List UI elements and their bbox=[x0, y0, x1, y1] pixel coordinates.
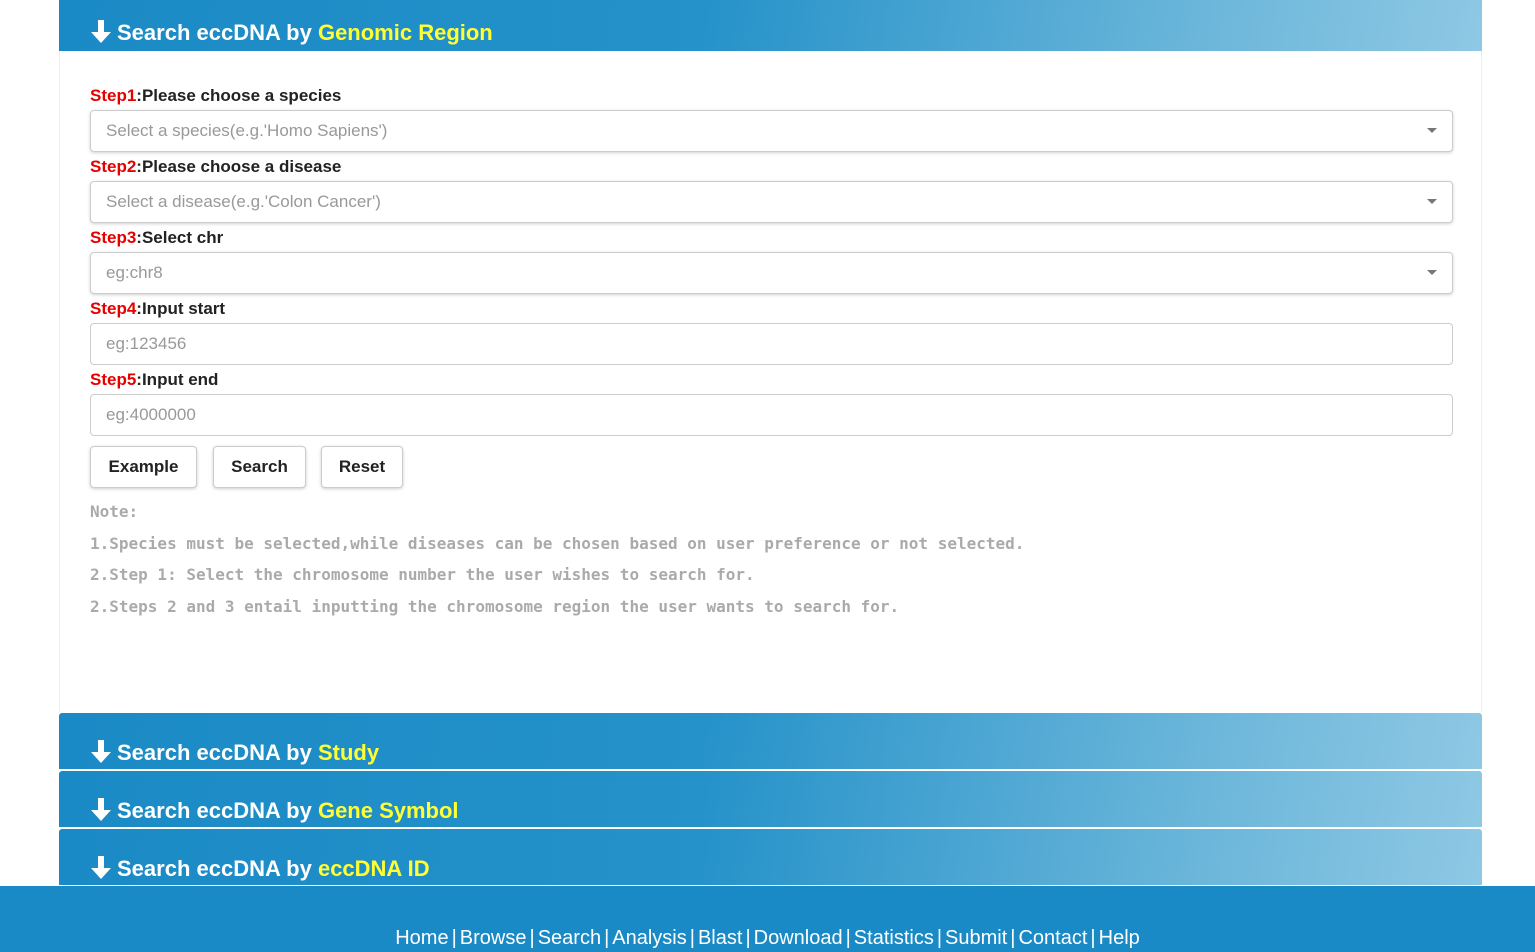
note-title: Note: bbox=[90, 502, 139, 521]
step1-text: :Please choose a species bbox=[136, 86, 342, 105]
panel-title-highlight: Genomic Region bbox=[317, 20, 493, 45]
panel-title-prefix: Search eccDNA by bbox=[117, 856, 318, 881]
panel-title-prefix: Search eccDNA by bbox=[117, 798, 318, 823]
step5-number: Step5 bbox=[90, 370, 137, 389]
step3-label: Step3:Select chr bbox=[90, 228, 223, 248]
panel-header-genomic-region[interactable]: Search eccDNA by Genomic Region bbox=[59, 0, 1482, 51]
step2-text: :Please choose a disease bbox=[136, 157, 342, 176]
footer-link-analysis[interactable]: Analysis bbox=[612, 927, 686, 949]
footer-separator: | bbox=[604, 927, 610, 949]
step4-number: Step4 bbox=[90, 299, 137, 318]
arrow-down-icon bbox=[91, 798, 111, 821]
panel-title-prefix: Search eccDNA by bbox=[117, 20, 318, 45]
step1-label: Step1:Please choose a species bbox=[90, 86, 341, 106]
footer-link-submit[interactable]: Submit bbox=[945, 927, 1007, 949]
example-button[interactable]: Example bbox=[90, 446, 197, 488]
chr-select[interactable]: eg:chr8 bbox=[90, 252, 1453, 294]
chr-select-placeholder: eg:chr8 bbox=[106, 263, 163, 282]
footer-link-blast[interactable]: Blast bbox=[698, 927, 742, 949]
step2-number: Step2 bbox=[90, 157, 137, 176]
start-input[interactable] bbox=[90, 323, 1453, 365]
arrow-down-icon bbox=[91, 740, 111, 763]
footer-link-home[interactable]: Home bbox=[395, 927, 448, 949]
footer-link-statistics[interactable]: Statistics bbox=[854, 927, 934, 949]
footer-separator: | bbox=[689, 927, 695, 949]
step2-label: Step2:Please choose a disease bbox=[90, 157, 341, 177]
species-select-placeholder: Select a species(e.g.'Homo Sapiens') bbox=[106, 121, 388, 140]
chevron-down-icon bbox=[1427, 128, 1437, 133]
step3-number: Step3 bbox=[90, 228, 137, 247]
footer-link-search[interactable]: Search bbox=[538, 927, 601, 949]
step4-label: Step4:Input start bbox=[90, 299, 225, 319]
step5-text: :Input end bbox=[136, 370, 219, 389]
footer-link-download[interactable]: Download bbox=[754, 927, 843, 949]
footer-link-contact[interactable]: Contact bbox=[1018, 927, 1087, 949]
footer-separator: | bbox=[1010, 927, 1016, 949]
reset-button[interactable]: Reset bbox=[321, 446, 403, 488]
footer-separator: | bbox=[936, 927, 943, 949]
disease-select-placeholder: Select a disease(e.g.'Colon Cancer') bbox=[106, 192, 381, 211]
panel-title-prefix: Search eccDNA by bbox=[117, 740, 318, 765]
footer-separator: | bbox=[451, 927, 457, 949]
panel-header-eccdna-id[interactable]: Search eccDNA by eccDNA ID bbox=[59, 829, 1482, 885]
panel-title-highlight: Gene Symbol bbox=[317, 798, 459, 823]
arrow-down-icon bbox=[91, 20, 111, 43]
panel-header-study[interactable]: Search eccDNA by Study bbox=[59, 713, 1482, 769]
note-line-2: 2.Step 1: Select the chromosome number t… bbox=[90, 565, 755, 584]
end-input[interactable] bbox=[90, 394, 1453, 436]
search-container: Search eccDNA by Genomic Region Step1:Pl… bbox=[59, 0, 1482, 712]
footer-separator: | bbox=[845, 927, 851, 949]
chevron-down-icon bbox=[1427, 199, 1437, 204]
search-button[interactable]: Search bbox=[213, 446, 306, 488]
footer-separator: | bbox=[1090, 927, 1096, 949]
chevron-down-icon bbox=[1427, 270, 1437, 275]
species-select[interactable]: Select a species(e.g.'Homo Sapiens') bbox=[90, 110, 1453, 152]
footer-separator: | bbox=[745, 927, 751, 949]
panel-title-highlight: eccDNA ID bbox=[317, 856, 430, 881]
step5-label: Step5:Input end bbox=[90, 370, 218, 390]
footer-link-browse[interactable]: Browse bbox=[460, 927, 527, 949]
step3-text: :Select chr bbox=[136, 228, 224, 247]
panel-header-gene-symbol[interactable]: Search eccDNA by Gene Symbol bbox=[59, 771, 1482, 827]
footer-separator: | bbox=[529, 927, 535, 949]
footer-nav: Home | Browse | Search | Analysis | Blast | Downlo… bbox=[0, 886, 1535, 952]
step4-text: :Input start bbox=[136, 299, 226, 318]
note-line-3: 2.Steps 2 and 3 entail inputting the chr… bbox=[90, 597, 900, 616]
step1-number: Step1 bbox=[90, 86, 137, 105]
panel-title-highlight: Study bbox=[317, 740, 380, 765]
genomic-region-panel-body: Step1:Please choose a species Select a s… bbox=[59, 51, 1482, 712]
disease-select[interactable]: Select a disease(e.g.'Colon Cancer') bbox=[90, 181, 1453, 223]
arrow-down-icon bbox=[91, 856, 111, 879]
note-line-1: 1.Species must be selected,while disease… bbox=[90, 534, 1025, 553]
footer-link-help[interactable]: Help bbox=[1099, 927, 1140, 949]
